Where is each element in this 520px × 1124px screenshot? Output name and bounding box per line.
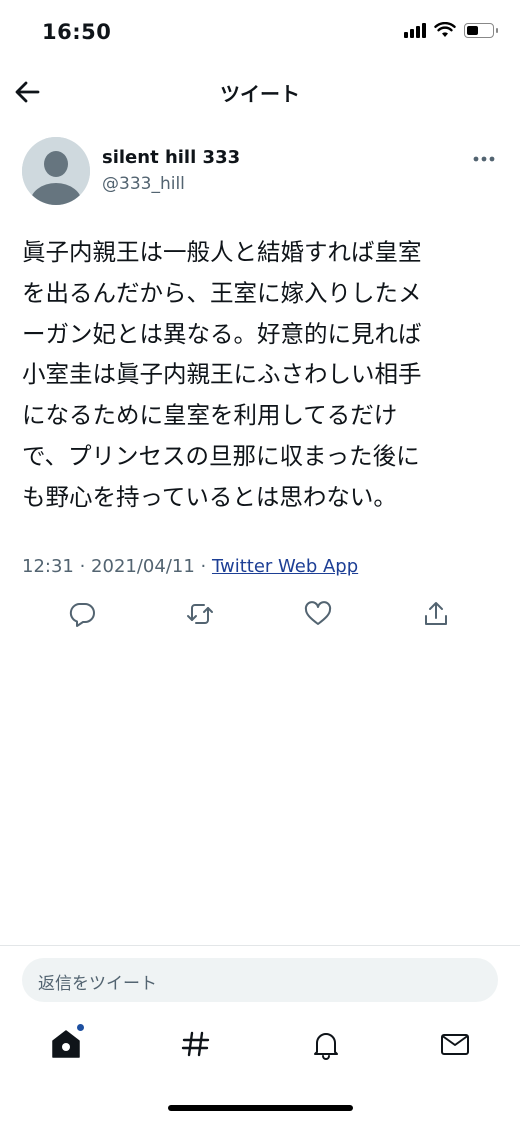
meta-separator: · — [194, 556, 212, 577]
tweet-header: silent hill 333 @333_hill — [22, 137, 498, 207]
tweet-time: 12:31 — [22, 556, 74, 577]
share-icon — [425, 602, 447, 625]
like-button[interactable] — [300, 596, 336, 632]
home-indicator — [168, 1105, 353, 1111]
tab-home[interactable] — [48, 1024, 84, 1062]
default-avatar-icon — [22, 137, 90, 205]
display-name[interactable]: silent hill 333 — [102, 147, 240, 168]
share-button[interactable] — [418, 596, 454, 632]
battery-icon — [464, 22, 498, 38]
tweet-actions — [0, 596, 520, 632]
wifi-icon — [434, 22, 456, 37]
reply-icon — [69, 603, 95, 627]
messages-envelope-icon — [441, 1034, 469, 1055]
tweet-text: 眞子内親王は一般人と結婚すれば皇室 を出るんだから、王室に嫁入りしたメ ーガン妃… — [22, 238, 422, 511]
tab-explore[interactable] — [178, 1026, 214, 1062]
status-time: 16:50 — [42, 20, 112, 44]
user-handle[interactable]: @333_hill — [102, 174, 185, 194]
tab-bar — [0, 1024, 520, 1066]
home-icon — [52, 1030, 80, 1058]
tweet-date: 2021/04/11 — [91, 556, 195, 577]
more-options-button[interactable] — [470, 147, 498, 171]
tab-notifications[interactable] — [308, 1026, 344, 1062]
avatar[interactable] — [22, 137, 90, 205]
tab-messages[interactable] — [437, 1026, 473, 1062]
status-icons — [404, 22, 498, 38]
page-title: ツイート — [220, 82, 300, 106]
reply-button[interactable] — [64, 596, 100, 632]
divider — [0, 945, 520, 946]
meta-separator: · — [73, 556, 92, 577]
reply-input[interactable]: 返信をツイート — [22, 958, 498, 1002]
tweet-meta: 12:31 · 2021/04/11 · Twitter Web App — [22, 556, 358, 577]
notifications-bell-icon — [314, 1033, 338, 1060]
status-bar: 16:50 — [0, 0, 520, 64]
explore-hashtag-icon — [181, 1031, 210, 1057]
like-icon — [304, 601, 332, 625]
notification-dot — [77, 1024, 84, 1031]
nav-bar: ツイート — [0, 64, 520, 120]
retweet-icon — [187, 604, 213, 624]
more-dots-icon — [473, 156, 495, 162]
cellular-signal-icon — [404, 22, 426, 38]
reply-placeholder: 返信をツイート — [38, 974, 157, 994]
retweet-button[interactable] — [182, 596, 218, 632]
tweet-source-link[interactable]: Twitter Web App — [212, 556, 358, 577]
